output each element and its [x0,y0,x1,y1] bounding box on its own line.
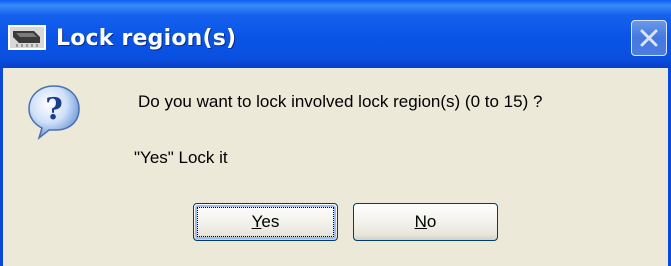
no-label-rest: o [426,212,437,231]
yes-mnemonic: Y [251,212,262,231]
no-button[interactable]: No [353,203,498,241]
dialog-detail: "Yes" Lock it [134,148,228,167]
yes-label-rest: es [261,212,280,231]
lock-region-dialog: Lock region(s) ? Do you want to lock inv… [0,0,671,266]
chip-icon [8,25,46,50]
no-mnemonic: N [414,212,427,231]
no-button-label: No [415,212,437,231]
svg-text:?: ? [45,92,63,127]
yes-button-label: Yes [252,212,280,231]
dialog-message: Do you want to lock involved lock region… [138,92,543,111]
yes-button[interactable]: Yes [193,203,338,241]
question-icon: ? [28,85,80,140]
close-icon [640,29,658,47]
dialog-title: Lock region(s) [56,26,237,51]
dialog-body: ? Do you want to lock involved lock regi… [3,68,668,266]
close-button[interactable] [631,20,667,56]
title-bar[interactable]: Lock region(s) [0,0,671,68]
